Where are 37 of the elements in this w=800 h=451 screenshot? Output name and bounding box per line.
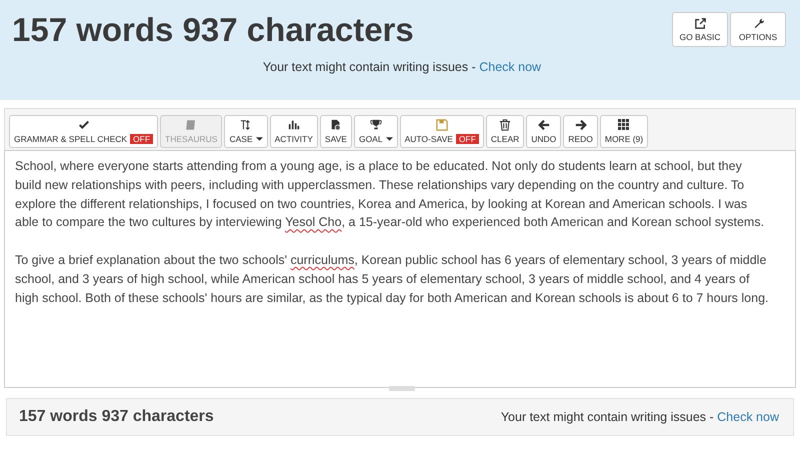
toolbar-icon [436, 119, 448, 131]
toolbar-icon [538, 119, 550, 131]
resize-handle[interactable] [389, 386, 415, 391]
toolbar-icon [185, 119, 198, 131]
options-button[interactable]: OPTIONS [730, 12, 786, 47]
external-link-icon [694, 18, 706, 28]
toolbar-button[interactable]: MORE (9) [600, 115, 648, 148]
check-now-link[interactable]: Check now [479, 60, 542, 74]
toolbar-button[interactable]: CASE [224, 115, 268, 148]
toolbar-button[interactable]: AUTO-SAVE OFF [400, 115, 484, 148]
paragraph: To give a brief explanation about the two schools' curriculums, Korean public school has 6 years of elementary school, 3 years of middle school, and 3 years of high school, while American school has 5 years of elementary school, 3 years of middle school, and 4 years of high school. Both of these schools' hours are similar, as the typical day for both American and Korean schools is about 6 to 7 hours long. [15, 252, 769, 307]
toolbar-button[interactable]: GRAMMAR & SPELL CHECK OFF [9, 115, 158, 148]
toolbar-button[interactable]: GOAL [354, 115, 398, 148]
writing-notice: Your text might contain writing issues - Check now [262, 60, 542, 74]
toolbar-icon [618, 119, 630, 131]
go-basic-button[interactable]: GO BASIC [672, 12, 728, 47]
toolbar-icon [240, 119, 252, 131]
check-now-link[interactable]: Check now [717, 410, 779, 424]
toolbar-button[interactable]: REDO [563, 115, 598, 148]
word-count: 157 words 937 characters [19, 408, 214, 426]
toolbar-icon [330, 119, 342, 131]
word-count-title: 157 words 937 characters [12, 12, 414, 48]
toolbar-icon [78, 119, 90, 131]
toolbar-button[interactable]: ACTIVITY [270, 115, 318, 148]
text-editor[interactable] [4, 150, 796, 388]
toolbar-button[interactable]: CLEAR [486, 115, 524, 148]
writing-notice: Your text might contain writing issues - Check now [500, 410, 779, 424]
paragraph: School, where everyone starts attending from a young age, is a place to be educated. Not only do students learn at school, but they build new relationships with peers, including with upperclassmen. These relationships vary depending on the country and culture. To explore the different relationships, I focused on two countries, Korea and America, by looking at Korean and American schools. I was able to compare the two cultures by interviewing Yesol Cho, a 15-year-old who experienced both American and Korean school systems. [15, 158, 766, 232]
toolbar-icon [574, 119, 587, 131]
toolbar-button[interactable]: UNDO [526, 115, 562, 148]
off-badge: OFF [130, 134, 154, 144]
toolbar-button[interactable]: SAVE [320, 115, 352, 148]
off-badge: OFF [456, 134, 479, 144]
wrench-icon [752, 18, 764, 28]
toolbar-icon [499, 119, 512, 131]
toolbar-icon [288, 119, 300, 131]
toolbar-icon [370, 119, 382, 131]
